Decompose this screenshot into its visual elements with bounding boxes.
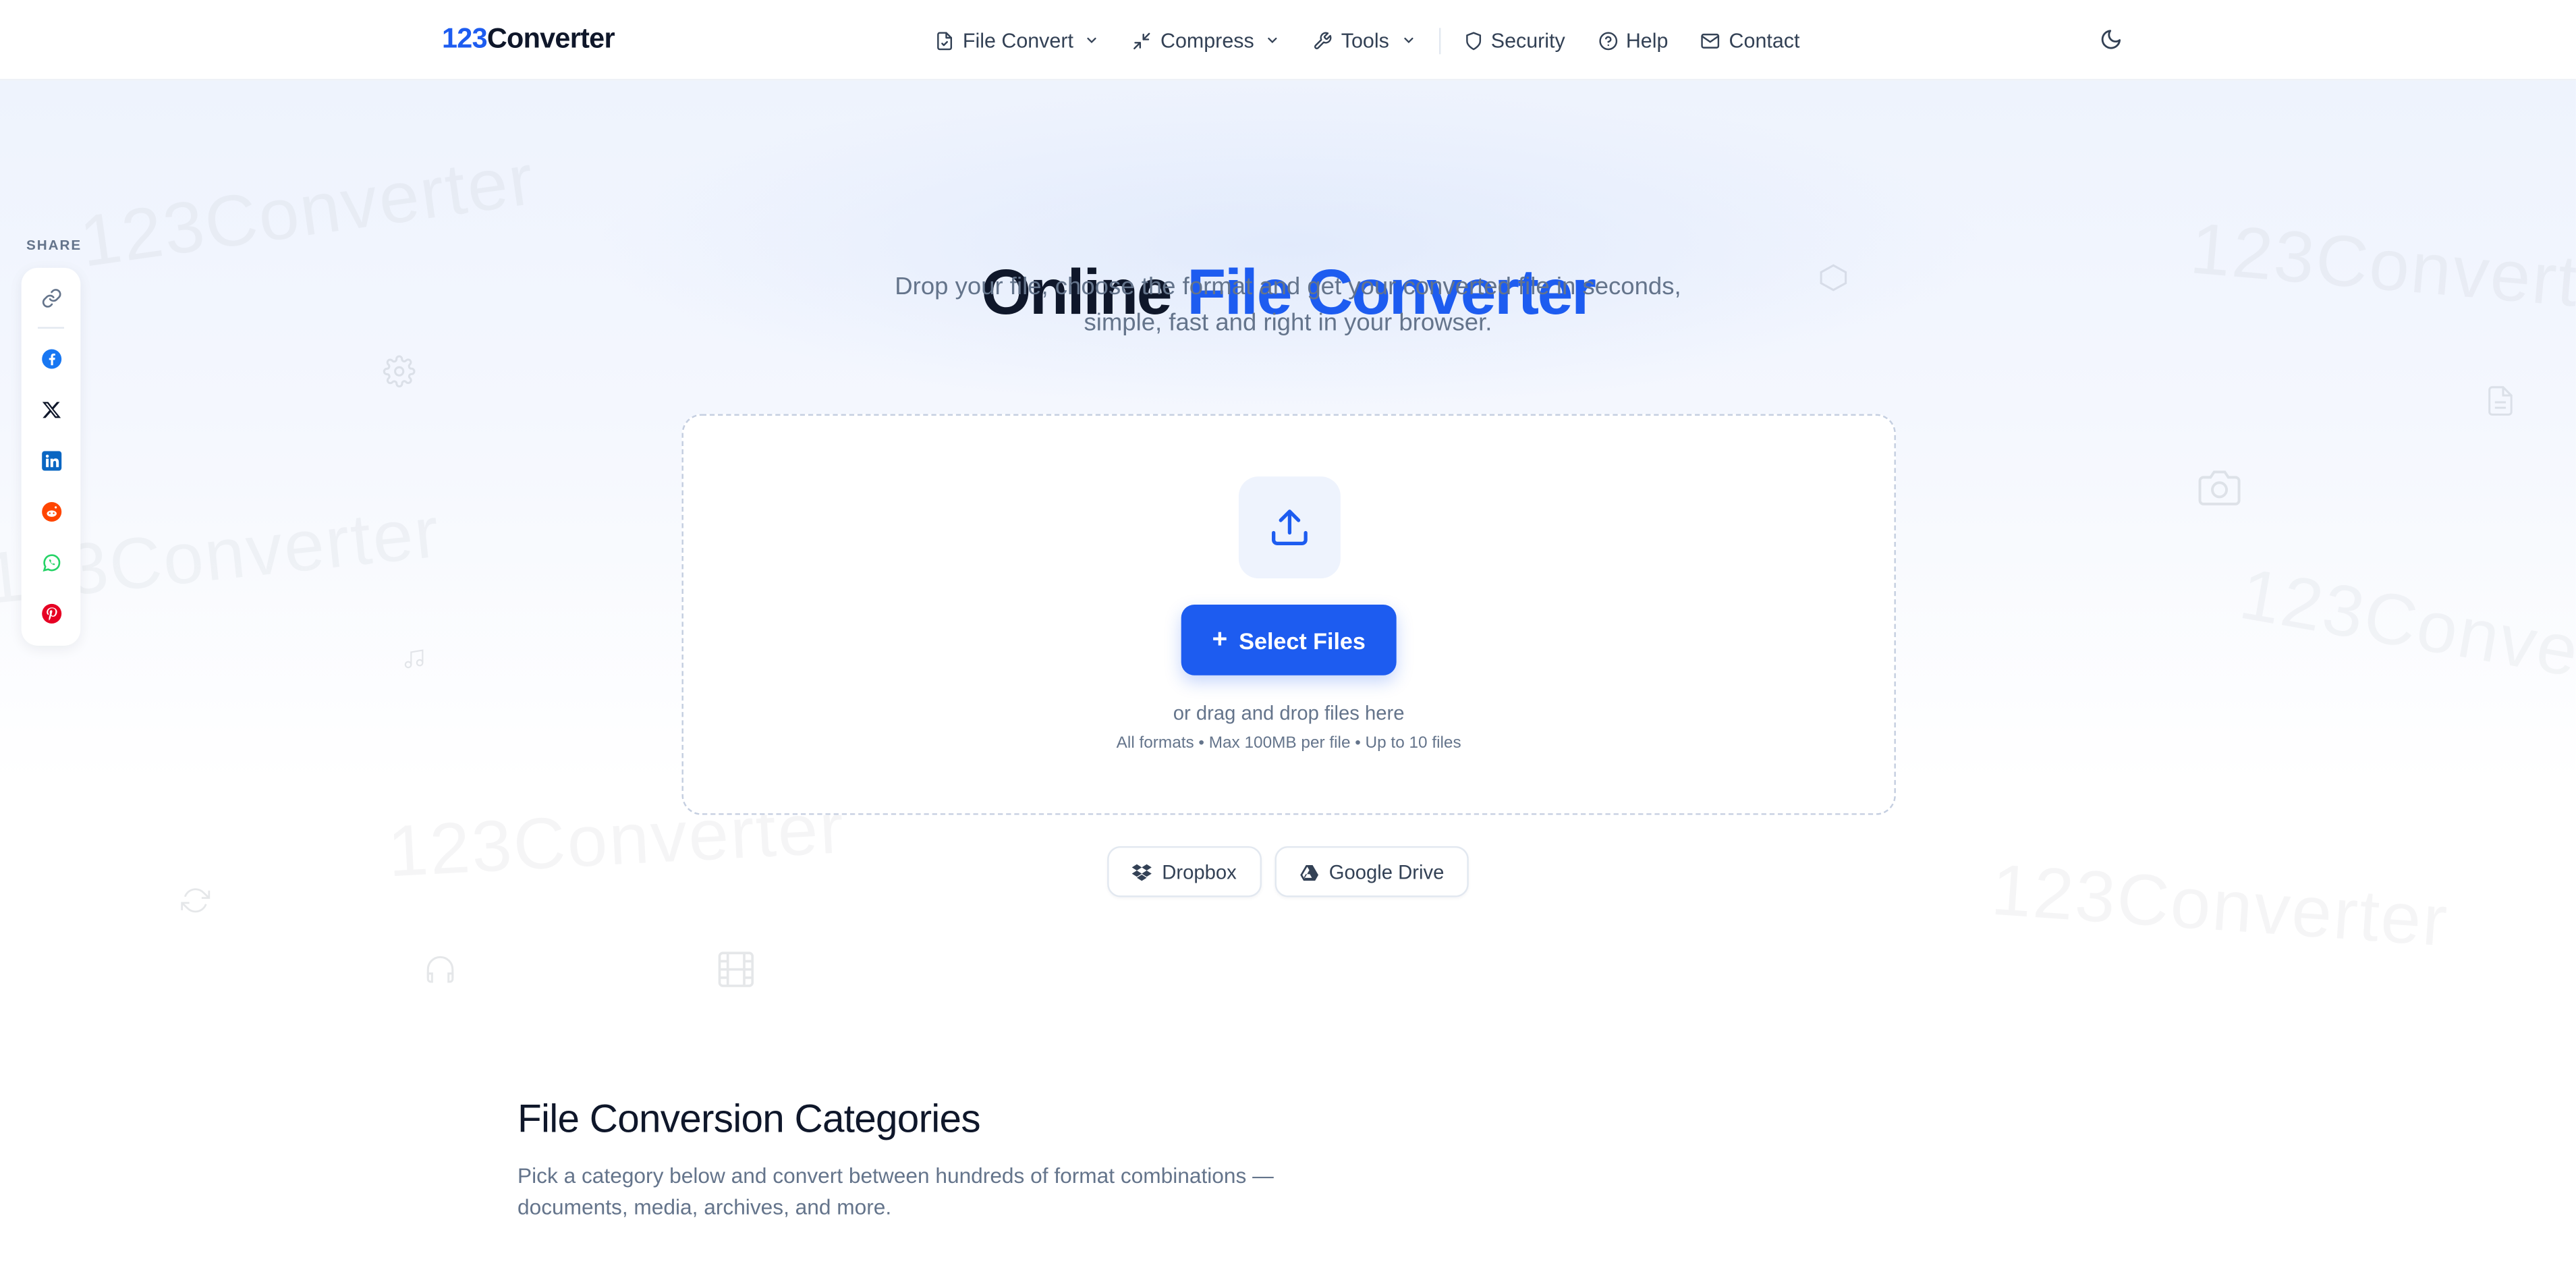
hero-glow	[591, 80, 1988, 410]
upload-icon-box	[1238, 476, 1341, 579]
moon-icon[interactable]	[2100, 28, 2123, 51]
reddit-icon	[40, 501, 61, 521]
mail-icon	[1702, 32, 1720, 48]
plus-icon: +	[1212, 625, 1228, 653]
nav-divider	[1438, 27, 1440, 54]
facebook-icon	[40, 348, 61, 368]
film-icon	[718, 951, 754, 987]
share-label: SHARE	[26, 236, 82, 253]
nav-compress[interactable]: Compress	[1133, 29, 1281, 52]
gear-icon	[383, 355, 416, 388]
share-linkedin-button[interactable]	[39, 449, 62, 472]
select-files-button[interactable]: + Select Files	[1181, 605, 1397, 675]
shield-icon	[1465, 31, 1480, 50]
nav-tools[interactable]: Tools	[1313, 29, 1415, 52]
google-drive-label: Google Drive	[1328, 860, 1445, 883]
google-drive-button[interactable]: Google Drive	[1275, 846, 1469, 898]
chevron-down-icon	[1268, 37, 1278, 44]
select-files-label: Select Files	[1239, 626, 1366, 653]
google-drive-icon	[1300, 864, 1318, 880]
x-icon	[41, 401, 60, 418]
upload-icon	[1272, 509, 1308, 545]
pinterest-icon	[40, 603, 61, 623]
section-title: File Conversion Categories	[517, 1097, 981, 1142]
nav-label: Help	[1625, 28, 1669, 52]
whatsapp-icon	[42, 553, 60, 571]
link-icon	[41, 287, 61, 307]
top-nav: 123Converter File Convert Compress Tools…	[0, 0, 2576, 81]
drag-drop-text: or drag and drop files here	[1173, 701, 1405, 725]
chevron-down-icon	[1403, 37, 1413, 44]
nav-file-convert[interactable]: File Convert	[934, 29, 1099, 52]
file-dropzone[interactable]: + Select Files or drag and drop files he…	[681, 414, 1896, 815]
watermark-text: 123Converter	[2234, 554, 2576, 715]
nav-label: Compress	[1160, 28, 1254, 52]
compress-icon	[1134, 32, 1151, 49]
logo[interactable]: 123Converter	[442, 23, 615, 56]
dropbox-icon	[1132, 863, 1152, 881]
section-subtitle: Pick a category below and convert betwee…	[517, 1163, 1274, 1219]
copy-link-button[interactable]	[39, 286, 62, 309]
upload-limits-text: All formats • Max 100MB per file • Up to…	[1116, 734, 1461, 753]
headphones-icon	[426, 956, 454, 983]
share-bar	[21, 267, 81, 646]
file-icon	[937, 31, 953, 50]
nav-label: File Convert	[962, 28, 1073, 52]
hero-subtitle: Drop your file, choose the format and ge…	[895, 273, 1681, 337]
dropbox-button[interactable]: Dropbox	[1107, 846, 1262, 898]
music-note-icon	[404, 649, 424, 669]
document-icon	[2488, 386, 2513, 416]
chevron-down-icon	[1088, 37, 1097, 44]
page: 123Converter File Convert Compress Tools…	[0, 0, 2576, 1270]
watermark-text: 123Converter	[1989, 850, 2451, 964]
share-facebook-button[interactable]	[39, 347, 62, 370]
nav-help[interactable]: Help	[1598, 29, 1668, 52]
nav-label: Security	[1490, 28, 1565, 52]
nav-security[interactable]: Security	[1463, 29, 1565, 52]
main-nav: File Convert Compress Tools Security Hel…	[934, 0, 1832, 80]
nav-label: Contact	[1729, 28, 1800, 52]
nav-contact[interactable]: Contact	[1701, 29, 1799, 52]
share-x-button[interactable]	[39, 397, 62, 420]
share-reddit-button[interactable]	[39, 499, 62, 522]
help-circle-icon	[1598, 31, 1617, 50]
share-whatsapp-button[interactable]	[39, 551, 62, 574]
share-divider	[38, 327, 64, 329]
camera-icon	[2198, 470, 2241, 505]
share-pinterest-button[interactable]	[39, 601, 62, 624]
nav-label: Tools	[1341, 28, 1389, 52]
linkedin-icon	[40, 450, 61, 470]
wrench-icon	[1314, 31, 1333, 49]
refresh-icon	[181, 888, 211, 913]
dropbox-label: Dropbox	[1162, 860, 1237, 883]
